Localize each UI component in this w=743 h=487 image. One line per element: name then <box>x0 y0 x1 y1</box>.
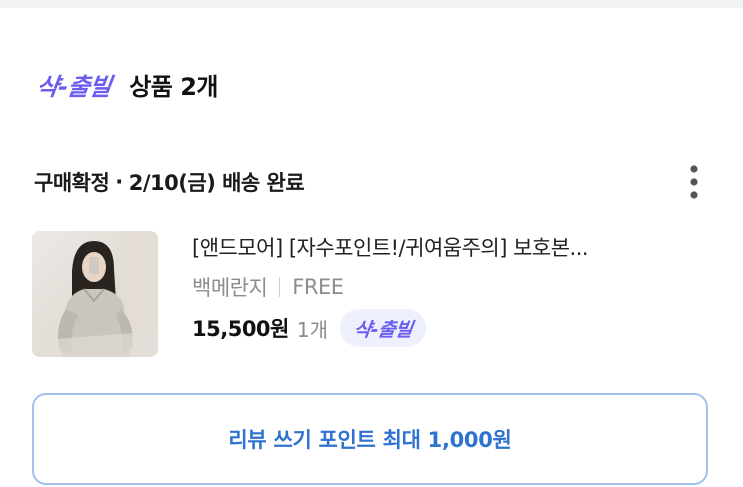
more-options-button[interactable] <box>680 160 708 204</box>
product-option: 백메란지 FREE <box>192 272 692 302</box>
product-thumbnail[interactable] <box>32 231 158 357</box>
product-quantity: 1개 <box>296 317 328 342</box>
delivery-badge-label: 샥-출빌 <box>352 318 414 341</box>
more-vertical-icon <box>690 165 698 199</box>
product-photo <box>32 231 158 357</box>
status-separator: · <box>115 170 123 194</box>
top-separator-band <box>0 0 743 8</box>
option-divider <box>279 277 281 297</box>
option-size: FREE <box>292 275 344 299</box>
write-review-label: 리뷰 쓰기 포인트 최대 1,000원 <box>228 428 512 452</box>
write-review-button[interactable]: 리뷰 쓰기 포인트 최대 1,000원 <box>32 393 708 485</box>
delivery-type-badge: 샥-출빌 <box>339 309 427 347</box>
shipment-group-header: 샥-출빌 상품 2개 <box>34 62 219 106</box>
product-name[interactable]: [앤드모어] [자수포인트!/귀여움주의] 보호본... <box>192 230 682 266</box>
product-price: 15,500원 <box>192 317 289 341</box>
delivery-brand-logo: 샥-출빌 <box>34 72 113 101</box>
product-info: [앤드모어] [자수포인트!/귀여움주의] 보호본... 백메란지 FREE 1… <box>192 230 692 348</box>
purchase-status: 구매확정 <box>34 171 110 195</box>
order-status-line: 구매확정 · 2/10(금) 배송 완료 <box>34 166 305 198</box>
delivery-date-status: 2/10(금) 배송 완료 <box>128 171 305 195</box>
item-count-title: 상품 2개 <box>129 72 218 101</box>
option-color: 백메란지 <box>192 276 268 300</box>
price-row: 15,500원 1개 샥-출빌 <box>192 308 692 348</box>
